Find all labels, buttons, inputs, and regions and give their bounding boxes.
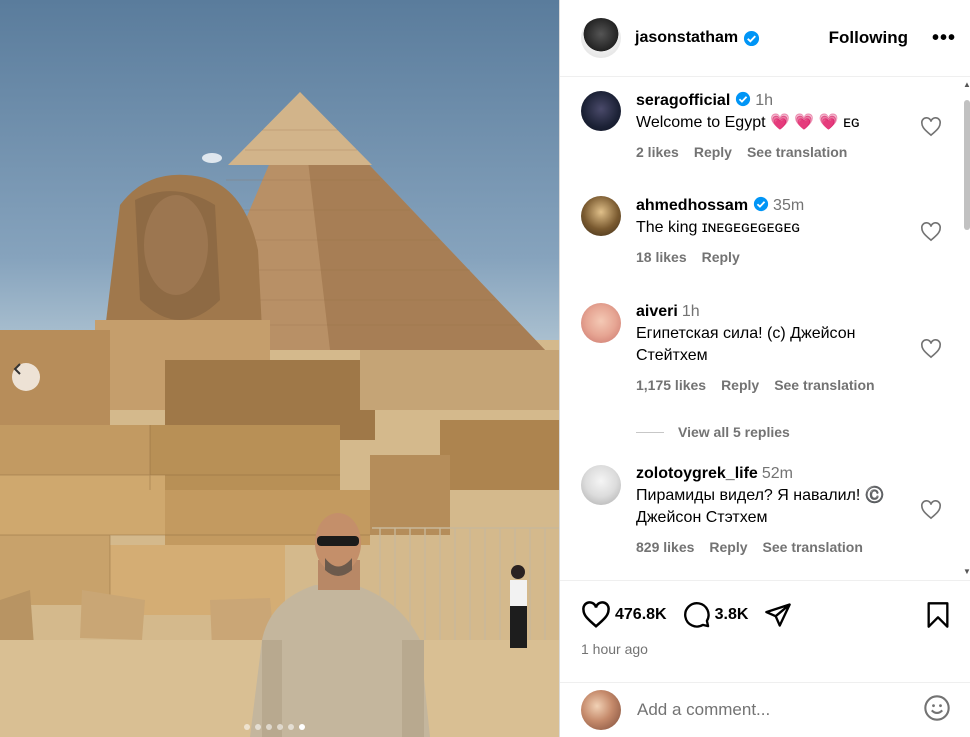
heart-icon[interactable] [920,222,942,242]
heart-icon[interactable] [920,339,942,359]
comment-username[interactable]: ahmedhossam [636,197,748,214]
post-time-ago[interactable]: 1 hour ago [581,641,951,657]
comment-item: aiveri 1h Египетская сила! (c) Джейсон Ст… [581,303,960,393]
carousel-dot[interactable] [266,724,272,730]
see-translation-button[interactable]: See translation [763,539,863,555]
reply-button[interactable]: Reply [709,539,747,555]
view-replies-label: View all 5 replies [678,424,790,440]
following-button[interactable]: Following [829,28,908,48]
save-button[interactable] [925,601,951,629]
commenter-avatar[interactable] [581,91,621,131]
bookmark-icon [927,602,949,628]
comment-button[interactable]: 3.8K [683,601,749,629]
reply-button[interactable]: Reply [702,249,740,265]
share-button[interactable] [764,601,792,629]
commenter-avatar[interactable] [581,303,621,343]
comment-likes[interactable]: 1,175 likes [636,377,706,393]
see-translation-button[interactable]: See translation [774,377,874,393]
current-user-avatar [581,690,621,730]
comment-text: Пирамиды видел? Я навалил! ©️ Джейсон Ст… [636,487,885,526]
comment-bubble-icon [683,602,710,628]
verified-badge-icon [753,196,769,212]
carousel-dot[interactable] [255,724,261,730]
comment-time[interactable]: 35m [773,197,804,214]
verified-badge-icon [735,91,751,107]
see-translation-button[interactable]: See translation [747,144,847,160]
comment-time[interactable]: 1h [682,303,700,320]
comment-text: Египетская сила! (c) Джейсон Стейтхем [636,325,856,364]
send-icon [765,603,792,627]
scrollbar-thumb[interactable] [964,100,970,230]
reply-button[interactable]: Reply [721,377,759,393]
comment-item: zolotoygrek_life 52m Пирамиды видел? Я на… [581,465,960,555]
comments-count[interactable]: 3.8K [715,606,749,624]
comment-text: The king ɪɴᴇɢᴇɢᴇɢᴇɢᴇɢ [636,219,801,236]
post-actions: 476.8K 3.8K 1 hour ago [560,580,970,657]
add-comment-input[interactable] [637,700,907,720]
heart-icon[interactable] [920,500,942,520]
comment-item: seragofficial 1h Welcome to Egypt 💗 💗 💗 ᴇ… [581,91,960,160]
carousel-prev-button[interactable] [12,363,40,391]
chevron-left-icon [13,363,21,375]
author-avatar[interactable] [581,18,621,58]
comment-likes[interactable]: 2 likes [636,144,679,160]
comments-list: seragofficial 1h Welcome to Egypt 💗 💗 💗 ᴇ… [560,77,960,579]
post-header: jasonstatham Following ••• [560,0,970,77]
heart-icon[interactable] [920,117,942,137]
comment-time[interactable]: 52m [762,465,793,482]
comment-username[interactable]: seragofficial [636,92,730,109]
author-username[interactable]: jasonstatham [635,29,738,47]
carousel-dot[interactable] [288,724,294,730]
post-photo [0,0,559,737]
add-comment-bar [560,682,970,737]
comment-likes[interactable]: 18 likes [636,249,687,265]
carousel-dot-active[interactable] [299,724,305,730]
comment-time[interactable]: 1h [755,92,773,109]
comment-username[interactable]: zolotoygrek_life [636,465,758,482]
likes-count[interactable]: 476.8K [615,606,667,624]
commenter-avatar[interactable] [581,465,621,505]
carousel-dots [244,724,305,730]
verified-badge-icon [743,30,760,47]
heart-icon [582,601,610,628]
comment-likes[interactable]: 829 likes [636,539,694,555]
more-options-icon[interactable]: ••• [932,27,956,50]
emoji-picker-button[interactable] [923,694,951,727]
commenter-avatar[interactable] [581,196,621,236]
comment-text: Welcome to Egypt 💗 💗 💗 ᴇɢ [636,114,860,131]
smiley-icon [924,694,950,721]
carousel-dot[interactable] [244,724,250,730]
like-button[interactable]: 476.8K [581,601,667,629]
post-side-panel: jasonstatham Following ••• seragofficial… [559,0,970,737]
pyramids-sphinx-photo [0,92,559,737]
divider-line [636,431,664,433]
comments-scrollbar[interactable]: ▲ ▼ [962,78,970,578]
reply-button[interactable]: Reply [694,144,732,160]
carousel-dot[interactable] [277,724,283,730]
comment-username[interactable]: aiveri [636,303,678,320]
comment-item: ahmedhossam 35m The king ɪɴᴇɢᴇɢᴇɢᴇɢᴇɢ 18 … [581,196,960,265]
view-replies-button[interactable]: View all 5 replies [636,424,790,440]
